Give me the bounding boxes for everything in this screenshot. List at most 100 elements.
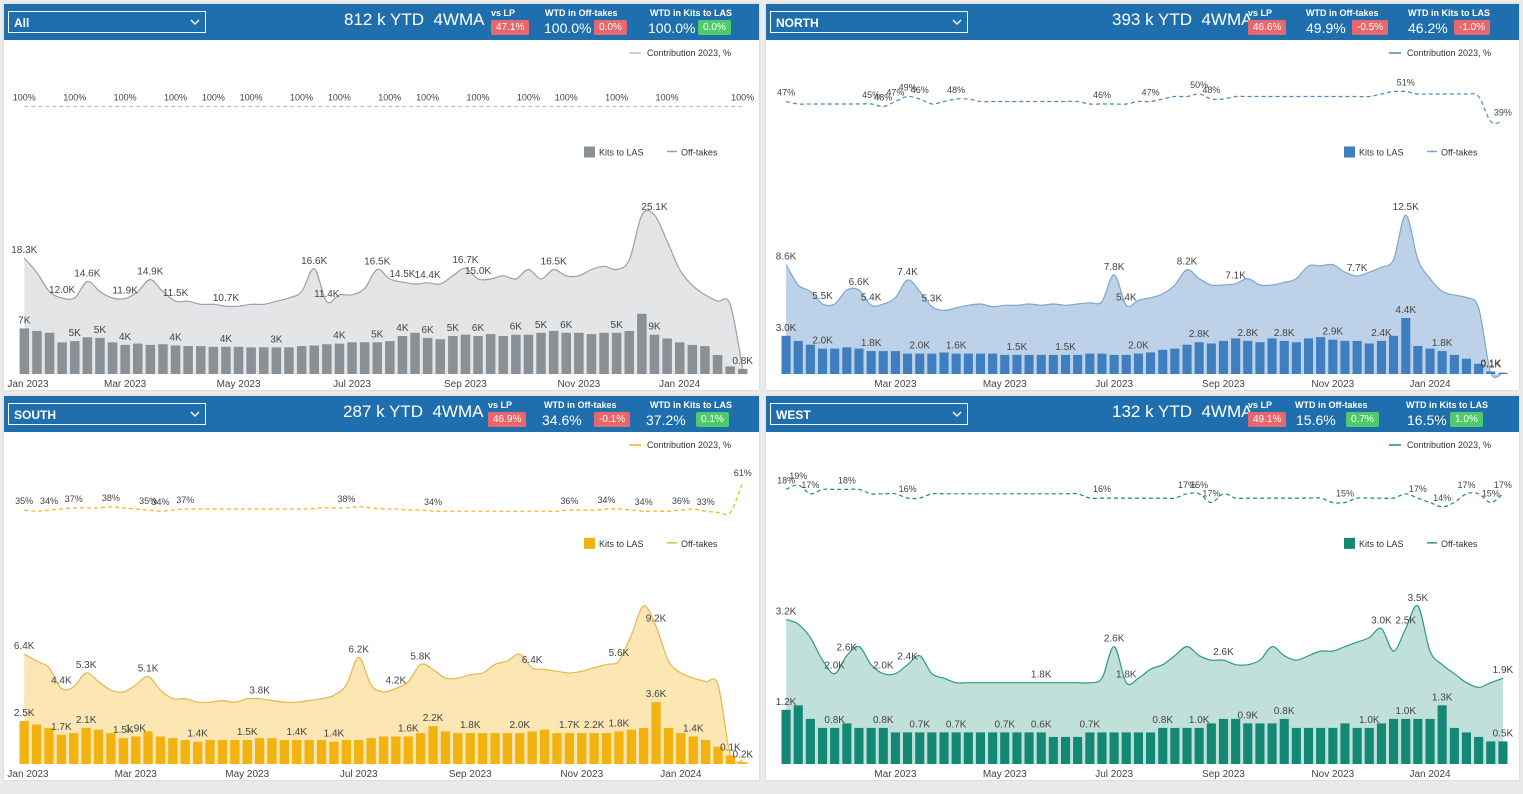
kits-label: 1.3K	[1432, 692, 1453, 703]
contribution-label: 100%	[731, 93, 754, 103]
kits-bar	[498, 336, 508, 374]
kits-bar	[1158, 349, 1168, 374]
region-dropdown[interactable]: NORTH	[770, 11, 968, 33]
contribution-label: 15%	[1482, 488, 1500, 498]
offtakes-label: 3.8K	[249, 686, 270, 697]
wtd-offtakes-delta: 0.0%	[594, 20, 627, 35]
contribution-label: 100%	[378, 93, 401, 103]
kits-bar	[890, 351, 900, 374]
region-dropdown[interactable]: All	[8, 11, 206, 33]
kits-bar	[1401, 318, 1411, 374]
x-tick-label: Mar 2023	[104, 379, 147, 390]
kits-bar	[1085, 353, 1095, 374]
kits-bar	[133, 343, 143, 374]
kits-bar	[1461, 732, 1471, 764]
kits-bar	[435, 339, 445, 374]
vs-lp-label: vs LP	[488, 400, 513, 410]
kits-bar	[1474, 736, 1484, 764]
kits-label: 0.8K	[824, 715, 845, 726]
kits-bar	[1304, 338, 1314, 374]
contribution-label: 100%	[63, 93, 86, 103]
x-tick-label: Jul 2023	[1095, 379, 1133, 390]
kits-bar	[322, 344, 332, 374]
kits-bar	[1061, 736, 1071, 764]
kits-bar	[1461, 358, 1471, 374]
kits-bar	[1267, 723, 1277, 764]
kits-label: 0.8K	[1274, 706, 1295, 717]
contribution-label: 33%	[697, 497, 715, 507]
kits-bar	[1206, 343, 1216, 374]
kits-bar	[354, 740, 364, 764]
kits-bar	[131, 736, 141, 764]
wtd-offtakes-delta: -0.5%	[1352, 20, 1389, 35]
offtakes-label: 2.6K	[837, 643, 858, 654]
contribution-label: 100%	[467, 93, 490, 103]
kits-bar	[1413, 718, 1423, 764]
contribution-label: 17%	[1494, 480, 1512, 490]
offtakes-label: 5.1K	[138, 663, 159, 674]
kits-bar	[143, 731, 153, 764]
panel-west: WEST 132 k YTD 4WMA vs LP 49.1% WTD in O…	[766, 396, 1519, 780]
kits-label: 5K	[611, 320, 624, 331]
kits-bar	[1048, 736, 1058, 764]
kits-bar	[903, 353, 913, 374]
kits-bar	[1437, 705, 1447, 764]
kits-bar	[1036, 732, 1046, 764]
contribution-label: 100%	[164, 93, 187, 103]
kits-label: 1.8K	[861, 338, 882, 349]
offtakes-label: 15.0K	[465, 266, 491, 277]
region-dropdown[interactable]: WEST	[770, 403, 968, 425]
kits-bar	[1109, 354, 1119, 374]
wtd-offtakes-label: WTD in Off-takes	[544, 400, 617, 410]
kits-bar	[81, 727, 91, 764]
region-dropdown[interactable]: SOUTH	[8, 403, 206, 425]
wtd-offtakes-label: WTD in Off-takes	[1295, 400, 1368, 410]
kits-bar	[107, 342, 118, 374]
kits-bar	[639, 727, 649, 764]
kits-label: 1.4K	[324, 729, 345, 740]
ytd-total: 393 k YTD 4WMA	[1112, 10, 1253, 29]
x-tick-label: Sep 2023	[449, 769, 492, 780]
offtakes-label: 2.0K	[824, 661, 845, 672]
offtakes-label: 18.3K	[11, 245, 37, 256]
kits-bar	[1109, 732, 1119, 764]
contribution-label: 100%	[517, 93, 540, 103]
region-dropdown-label: All	[14, 16, 30, 30]
kits-bar	[1376, 340, 1386, 374]
ytd-total: 287 k YTD 4WMA	[343, 402, 484, 421]
kits-bar	[1133, 353, 1143, 374]
contribution-label: 100%	[605, 93, 628, 103]
kits-bar	[988, 353, 998, 374]
kits-bar	[663, 727, 674, 764]
kits-bar	[687, 344, 698, 374]
kits-label: 1.7K	[51, 722, 72, 733]
vs-lp-label: vs LP	[1248, 400, 1273, 410]
kits-bar	[233, 346, 244, 374]
kits-label: 7K	[18, 315, 31, 326]
kits-bar	[1121, 732, 1131, 764]
kits-label: 1.8K	[609, 718, 630, 729]
kits-label: 2.5K	[14, 708, 35, 719]
kits-bar	[1231, 338, 1241, 374]
kits-bar	[1073, 354, 1083, 374]
kits-bar	[781, 335, 791, 374]
kits-bar	[866, 727, 876, 764]
offtakes-label: 0.8K	[732, 356, 753, 367]
kits-bar	[1449, 727, 1459, 764]
chart-south: Contribution 2023, %35% 34% 37% 38% 35%34% 37…	[7, 440, 753, 780]
offtakes-legend-label: Off-takes	[1441, 148, 1478, 158]
kits-bar	[1012, 354, 1022, 374]
kits-bar	[903, 732, 913, 764]
kits-bar	[614, 731, 624, 764]
kits-bar	[1036, 354, 1046, 374]
x-tick-label: Jan 2023	[7, 379, 49, 390]
wtd-offtakes-label: WTD in Off-takes	[1306, 8, 1379, 18]
kits-bar	[1243, 340, 1253, 374]
offtakes-label: 6.2K	[348, 645, 369, 656]
kits-bar	[1121, 354, 1131, 374]
kits-bar	[805, 344, 815, 374]
kits-bar	[120, 344, 130, 374]
kits-bar	[1024, 732, 1034, 764]
kits-bar	[221, 346, 231, 374]
offtakes-label: 11.9K	[112, 286, 138, 297]
